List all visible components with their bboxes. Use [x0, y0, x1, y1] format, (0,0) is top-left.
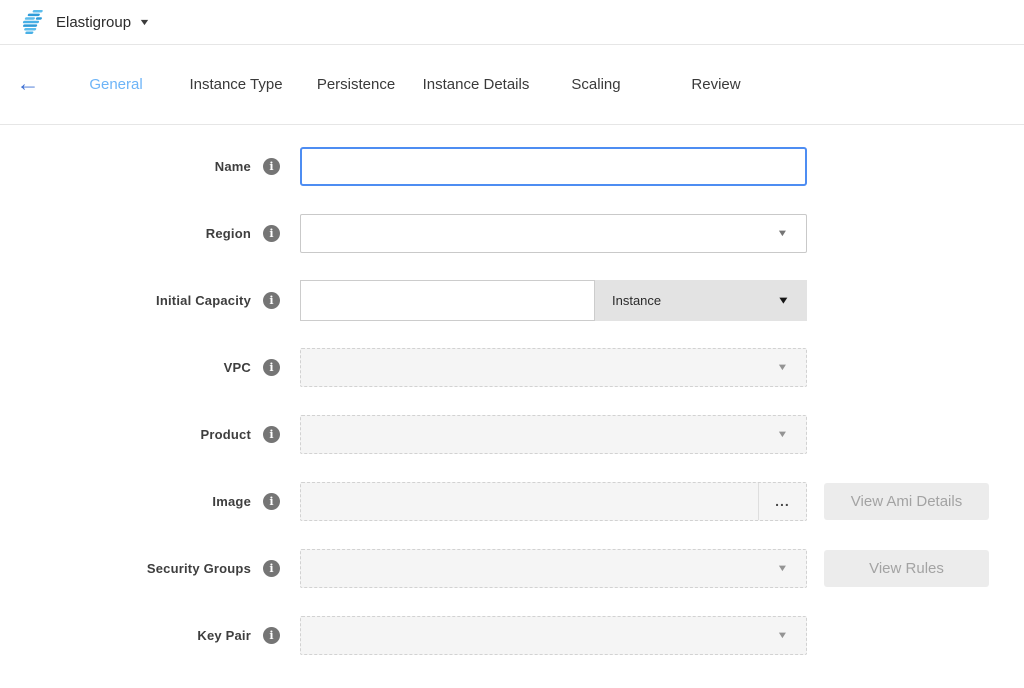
- tab-instance-details[interactable]: Instance Details: [416, 76, 536, 93]
- tab-review[interactable]: Review: [656, 76, 776, 93]
- info-icon[interactable]: i: [263, 627, 280, 644]
- vpc-select: ▼: [300, 348, 807, 387]
- initial-capacity-label: Initial Capacity: [156, 293, 251, 308]
- name-row: Name i: [0, 146, 1024, 186]
- chevron-down-icon: ▼: [777, 428, 789, 439]
- tab-general[interactable]: General: [56, 76, 176, 93]
- key-pair-select: ▼: [300, 616, 807, 655]
- chevron-down-icon: ▼: [777, 294, 791, 306]
- tab-instance-type[interactable]: Instance Type: [176, 76, 296, 93]
- product-select: ▼: [300, 415, 807, 454]
- key-pair-row: Key Pair i ▼: [0, 615, 1024, 655]
- info-icon[interactable]: i: [263, 560, 280, 577]
- product-row: Product i ▼: [0, 414, 1024, 454]
- capacity-unit-value: Instance: [612, 293, 661, 308]
- security-groups-label: Security Groups: [147, 561, 251, 576]
- name-input[interactable]: [300, 147, 807, 186]
- view-ami-details-button: View Ami Details: [824, 483, 989, 520]
- info-icon[interactable]: i: [263, 426, 280, 443]
- capacity-unit-select[interactable]: Instance ▼: [595, 280, 807, 321]
- image-label: Image: [212, 494, 251, 509]
- product-label: Product: [200, 427, 251, 442]
- elastigroup-logo: [18, 10, 44, 34]
- info-icon[interactable]: i: [263, 359, 280, 376]
- image-browse-button: ...: [758, 483, 806, 520]
- chevron-down-icon: ▼: [777, 562, 789, 573]
- wizard-tabs: General Instance Type Persistence Instan…: [56, 76, 776, 93]
- general-settings-form: Name i Region i ▼ Initial Capacity i Ins…: [0, 125, 1024, 655]
- view-rules-button: View Rules: [824, 550, 989, 587]
- security-groups-row: Security Groups i ▼ View Rules: [0, 548, 1024, 588]
- info-icon[interactable]: i: [263, 158, 280, 175]
- chevron-down-icon: ▼: [777, 227, 789, 238]
- wizard-tabbar: ← General Instance Type Persistence Inst…: [0, 45, 1024, 125]
- tab-persistence[interactable]: Persistence: [296, 76, 416, 93]
- info-icon[interactable]: i: [263, 493, 280, 510]
- chevron-down-icon: ▼: [777, 629, 789, 640]
- initial-capacity-row: Initial Capacity i Instance ▼: [0, 280, 1024, 320]
- vpc-row: VPC i ▼: [0, 347, 1024, 387]
- image-row: Image i ... View Ami Details: [0, 481, 1024, 521]
- region-label: Region: [206, 226, 251, 241]
- chevron-down-icon: ▼: [138, 17, 150, 27]
- product-switcher[interactable]: Elastigroup ▼: [18, 10, 149, 34]
- vpc-label: VPC: [224, 360, 251, 375]
- key-pair-label: Key Pair: [197, 628, 251, 643]
- region-row: Region i ▼: [0, 213, 1024, 253]
- info-icon[interactable]: i: [263, 292, 280, 309]
- app-header: Elastigroup ▼: [0, 0, 1024, 45]
- back-button[interactable]: ←: [0, 72, 56, 97]
- app-title: Elastigroup: [56, 14, 131, 31]
- name-label: Name: [215, 159, 251, 174]
- initial-capacity-input[interactable]: [300, 280, 595, 321]
- chevron-down-icon: ▼: [777, 361, 789, 372]
- image-input: ...: [300, 482, 807, 521]
- tab-scaling[interactable]: Scaling: [536, 76, 656, 93]
- region-select[interactable]: ▼: [300, 214, 807, 253]
- security-groups-select: ▼: [300, 549, 807, 588]
- info-icon[interactable]: i: [263, 225, 280, 242]
